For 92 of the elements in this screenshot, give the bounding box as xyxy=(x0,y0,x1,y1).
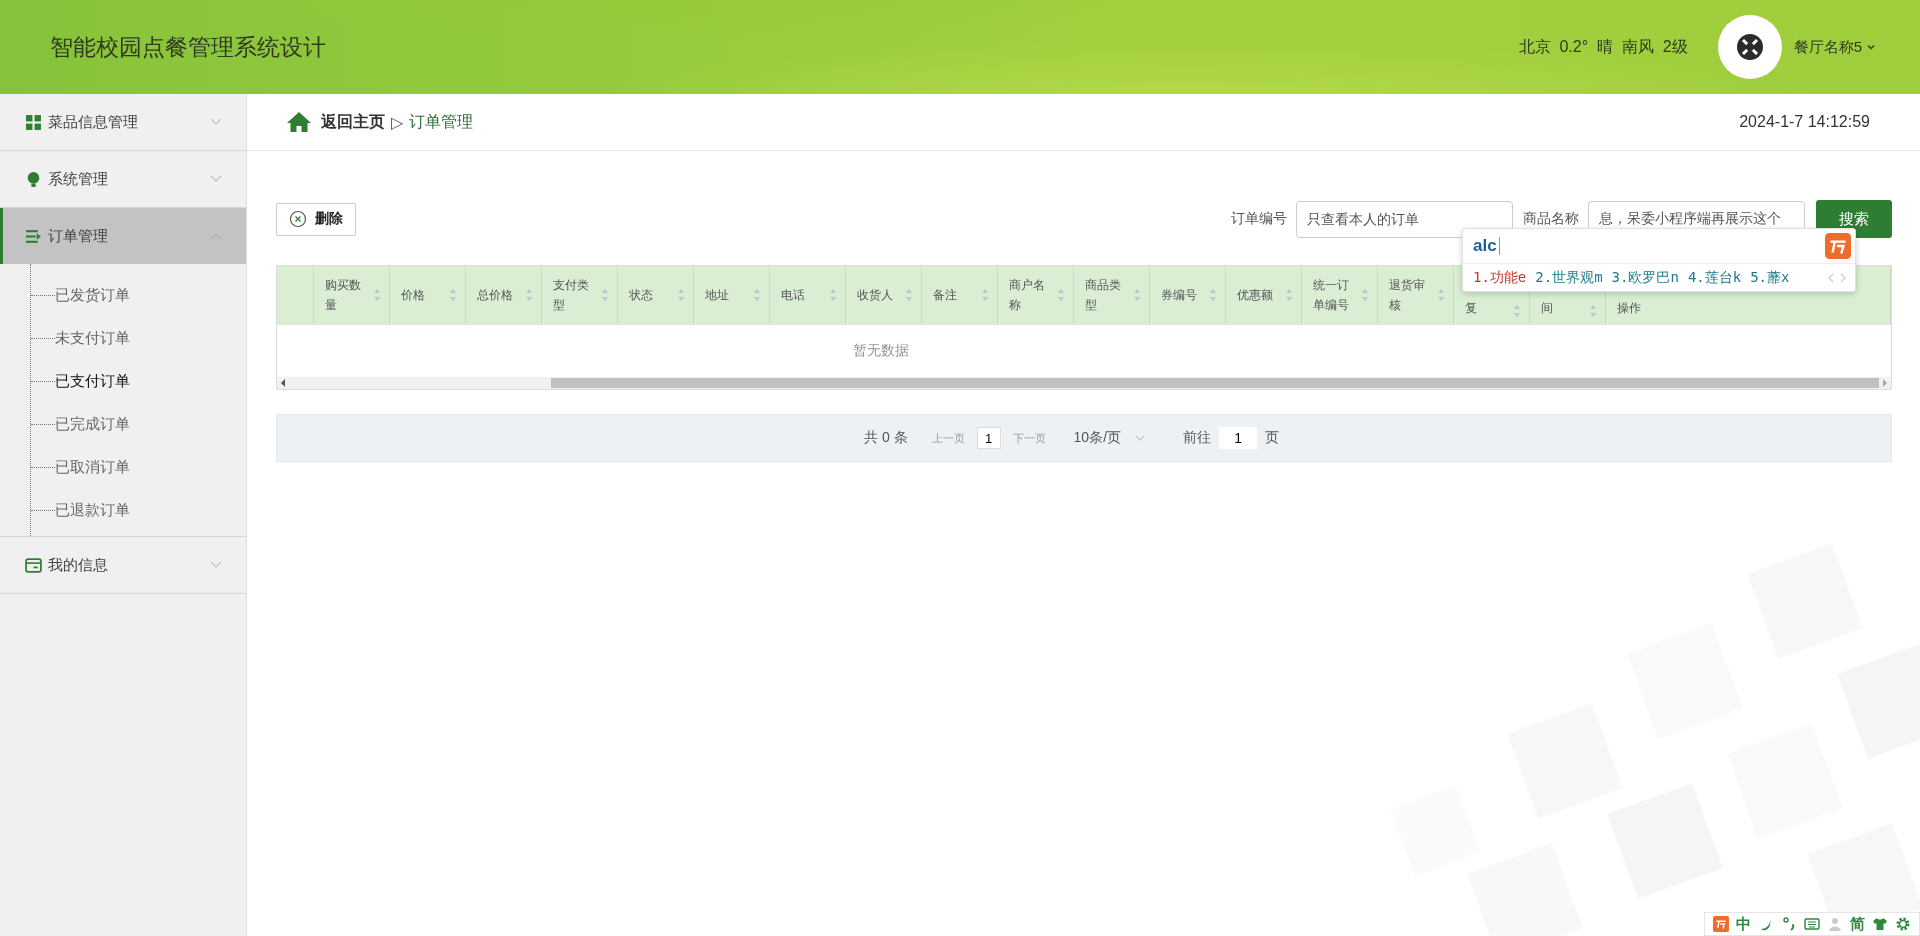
column-title[interactable]: 券编号 xyxy=(1161,285,1197,305)
datetime-text: 2024-1-7 14:12:59 xyxy=(1739,113,1870,131)
keyboard-icon[interactable] xyxy=(1804,916,1820,932)
column-title[interactable]: 支付类型 xyxy=(553,275,592,315)
goto-page-field[interactable]: 1 xyxy=(1219,427,1258,449)
breadcrumb-current: 订单管理 xyxy=(409,111,474,132)
page-unit-label: 页 xyxy=(1265,429,1280,447)
column-title[interactable]: 优惠额 xyxy=(1237,285,1273,305)
sort-icon[interactable] xyxy=(1285,288,1293,302)
page-number[interactable]: 1 xyxy=(976,427,1001,449)
candidate-item[interactable]: 2.世界观m xyxy=(1535,268,1603,287)
sort-icon[interactable] xyxy=(1057,288,1065,302)
user-menu[interactable]: 餐厅名称5 xyxy=(1793,37,1862,57)
sort-icon[interactable] xyxy=(1513,304,1521,318)
sort-icon[interactable] xyxy=(1589,304,1597,318)
column-title[interactable]: 复 xyxy=(1465,298,1477,318)
column-title[interactable]: 价格 xyxy=(401,285,425,305)
composition-text: alc xyxy=(1473,236,1497,256)
candidate-item[interactable]: 3.欧罗巴n xyxy=(1611,268,1679,287)
close-circle-icon xyxy=(289,210,307,228)
page-size-select[interactable]: 10条/页 xyxy=(1073,429,1122,447)
sort-icon[interactable] xyxy=(981,288,989,302)
home-link[interactable]: 返回主页 xyxy=(321,111,385,133)
ime-logo-icon[interactable] xyxy=(1825,233,1851,259)
sort-icon[interactable] xyxy=(1361,288,1369,302)
shirt-icon[interactable] xyxy=(1872,916,1888,932)
column-title[interactable]: 间 xyxy=(1541,298,1553,318)
sort-icon[interactable] xyxy=(677,288,685,302)
app-title: 智能校园点餐管理系统设计 xyxy=(50,32,326,62)
sort-icon[interactable] xyxy=(601,288,609,302)
sort-icon[interactable] xyxy=(1437,288,1445,302)
submenu-item[interactable]: 未支付订单 xyxy=(55,329,130,348)
empty-text: 暂无数据 xyxy=(853,342,909,360)
sort-icon[interactable] xyxy=(525,288,533,302)
avatar-icon[interactable] xyxy=(1717,15,1782,79)
column-title[interactable]: 商品类型 xyxy=(1085,275,1124,315)
column-title[interactable]: 总价格 xyxy=(477,285,513,305)
horizontal-scrollbar[interactable] xyxy=(277,377,1891,389)
sidebar-item[interactable]: 菜品信息管理 xyxy=(0,94,246,150)
column-title[interactable]: 商户名称 xyxy=(1009,275,1048,315)
script-toggle[interactable]: 简 xyxy=(1850,914,1865,934)
sort-icon[interactable] xyxy=(905,288,913,302)
column-title[interactable]: 退货审核 xyxy=(1389,275,1428,315)
sort-icon[interactable] xyxy=(449,288,457,302)
filter-label: 商品名称 xyxy=(1523,210,1579,228)
submenu-item[interactable]: 已发货订单 xyxy=(55,286,130,305)
filter-label: 订单编号 xyxy=(1231,210,1287,228)
column-title[interactable]: 收货人 xyxy=(857,285,893,305)
lightbulb-icon xyxy=(25,170,42,188)
sort-icon[interactable] xyxy=(829,288,837,302)
settings-icon[interactable] xyxy=(1895,916,1911,932)
delete-button[interactable]: 删除 xyxy=(276,202,356,236)
home-icon[interactable] xyxy=(286,111,312,133)
page-arrows-icon[interactable] xyxy=(1827,272,1847,283)
sidebar-item[interactable]: 我的信息 xyxy=(0,537,246,593)
caret-icon[interactable] xyxy=(1135,435,1146,441)
column-title[interactable]: 操作 xyxy=(1617,298,1641,318)
ime-logo-icon[interactable] xyxy=(1713,916,1729,932)
column-title[interactable]: 备注 xyxy=(933,285,957,305)
column-title[interactable]: 电话 xyxy=(781,285,805,305)
person-icon[interactable] xyxy=(1827,916,1843,932)
candidate-item[interactable]: 5.蘼x xyxy=(1750,268,1790,287)
grid-icon xyxy=(25,113,42,131)
goto-label: 前往 xyxy=(1183,429,1212,447)
submenu-item[interactable]: 已完成订单 xyxy=(55,415,130,434)
sort-icon[interactable] xyxy=(1209,288,1217,302)
weather-text: 北京 0.2° 晴 南风 2级 xyxy=(1518,36,1688,57)
submenu-item[interactable]: 已支付订单 xyxy=(55,372,130,391)
sort-icon[interactable] xyxy=(1133,288,1141,302)
scrollbar-thumb[interactable] xyxy=(551,378,1879,388)
left-arrow-icon[interactable] xyxy=(280,379,286,387)
column-title[interactable]: 统一订单编号 xyxy=(1313,275,1352,315)
candidate-item[interactable]: 1.功能e xyxy=(1473,268,1527,287)
chevron-down-icon[interactable] xyxy=(1866,42,1876,52)
column-title[interactable]: 地址 xyxy=(705,285,729,305)
submenu-item[interactable]: 已取消订单 xyxy=(55,458,130,477)
input-mode-toggle[interactable]: 中 xyxy=(1736,914,1751,934)
total-count: 共 0 条 xyxy=(864,429,908,447)
punctuation-icon[interactable] xyxy=(1781,916,1797,932)
input-field[interactable]: 只查看本人的订单 xyxy=(1296,200,1513,238)
card-icon xyxy=(25,556,42,574)
right-arrow-icon[interactable] xyxy=(1882,379,1888,387)
sidebar-item[interactable]: 订单管理 xyxy=(0,208,246,264)
sidebar-item[interactable]: 系统管理 xyxy=(0,151,246,207)
list-icon xyxy=(25,227,42,245)
sort-icon[interactable] xyxy=(373,288,381,302)
breadcrumb-separator: ▷ xyxy=(391,112,404,132)
column-title[interactable]: 购买数量 xyxy=(325,275,364,315)
column-title[interactable]: 状态 xyxy=(629,285,653,305)
candidate-item[interactable]: 4.莲台k xyxy=(1687,268,1742,287)
sort-icon[interactable] xyxy=(753,288,761,302)
submenu-item[interactable]: 已退款订单 xyxy=(55,501,130,520)
